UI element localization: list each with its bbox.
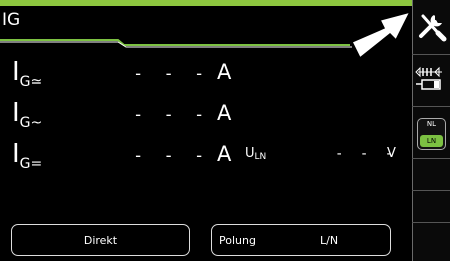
sidebar-divider (412, 54, 450, 55)
sidebar-divider (412, 190, 450, 191)
symbol-uln: ULN (245, 146, 267, 162)
value-ig-ac: - - - (133, 105, 210, 125)
pointer-arrow-icon (350, 10, 412, 60)
measurement-row-ig-acdc: IG≃ - - - A (0, 58, 410, 98)
ln-option-active: LN (420, 135, 443, 147)
nl-ln-toggle[interactable]: NL LN (417, 118, 446, 150)
header-divider (0, 39, 352, 48)
unit-uln: V (387, 146, 396, 161)
unit-ig-dc: A (217, 142, 232, 166)
sidebar-divider (412, 158, 450, 159)
setup-icon[interactable] (414, 64, 448, 94)
symbol-ig-dc: IG= (12, 139, 43, 172)
sidebar-divider (412, 222, 450, 223)
polung-value: L/N (320, 234, 339, 247)
measurement-screen: IG IG≃ - - - A IG~ - - - A IG= - - - A U… (0, 0, 450, 261)
value-ig-acdc: - - - (133, 64, 210, 84)
symbol-ig-ac: IG~ (12, 98, 43, 131)
nl-option: NL (426, 120, 437, 128)
symbol-ig-acdc: IG≃ (12, 57, 43, 90)
polung-button[interactable]: Polung L/N (211, 224, 391, 256)
direkt-button[interactable]: Direkt (11, 224, 190, 256)
tools-icon[interactable] (413, 10, 450, 42)
polung-label: Polung (219, 234, 256, 247)
unit-ig-ac: A (217, 101, 232, 125)
measurement-row-ig-ac: IG~ - - - A (0, 99, 410, 139)
direkt-button-label: Direkt (83, 234, 118, 247)
unit-ig-acdc: A (217, 60, 232, 84)
sidebar-divider (412, 106, 450, 107)
value-ig-dc: - - - (133, 146, 210, 166)
